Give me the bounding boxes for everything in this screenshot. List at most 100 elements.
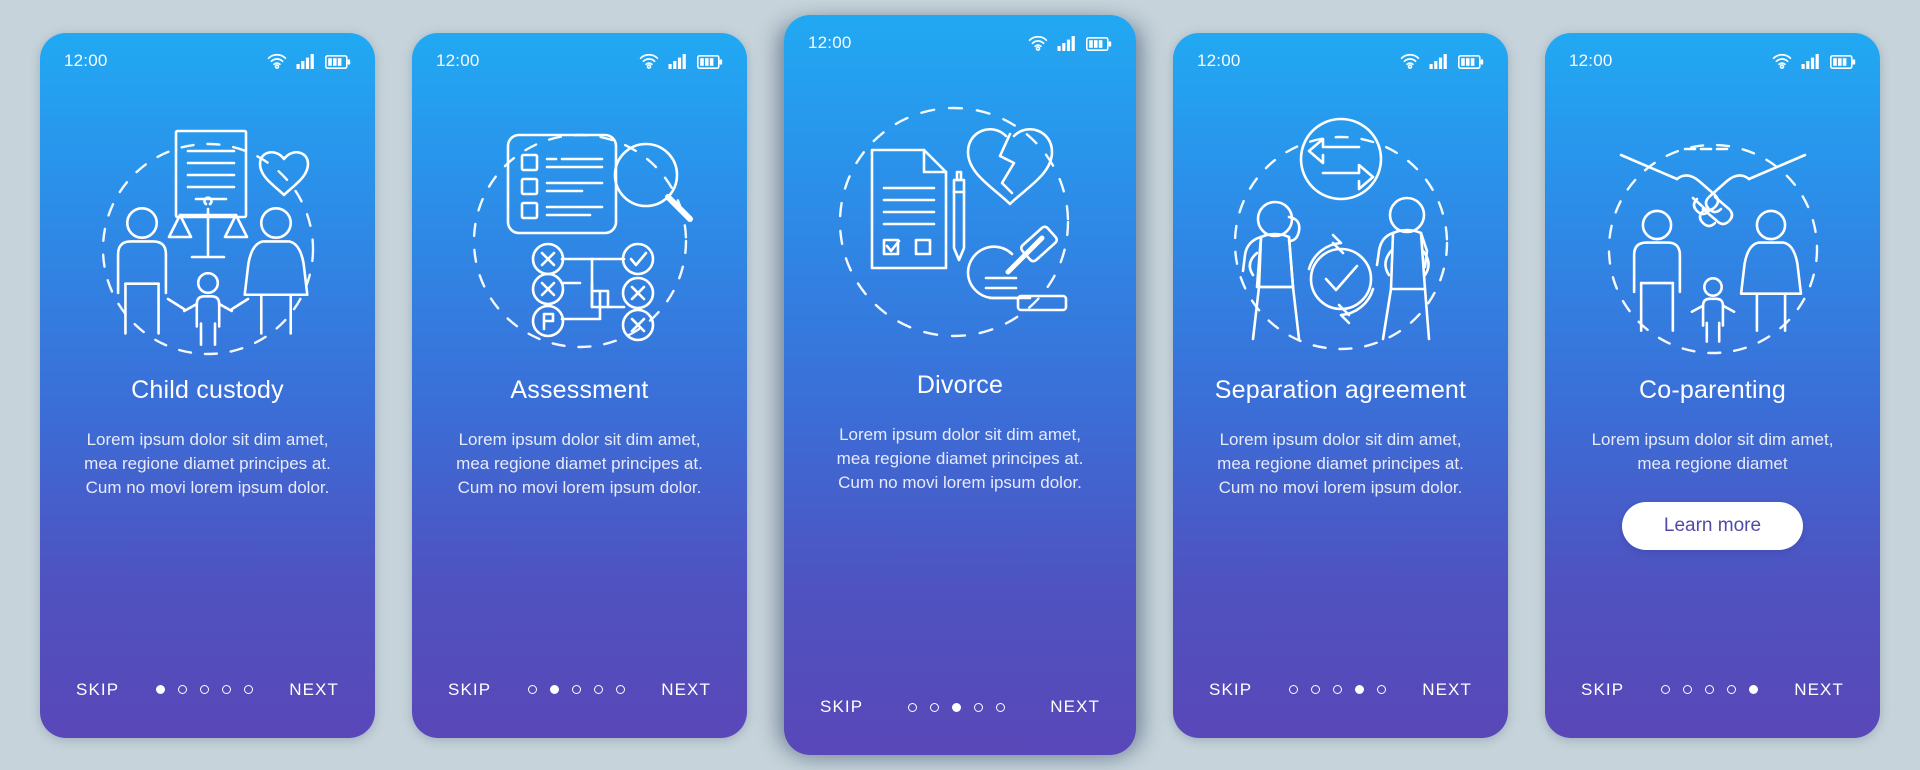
cellular-signal-icon <box>1057 36 1075 51</box>
man-walking-icon <box>1375 196 1430 341</box>
card-description: Lorem ipsum dolor sit dim amet, mea regi… <box>1217 429 1464 497</box>
pagination-dot[interactable] <box>1682 685 1692 694</box>
mother-figure-icon <box>242 206 309 335</box>
learn-more-button[interactable]: Learn more <box>1621 501 1804 550</box>
card-title: Child custody <box>131 375 284 404</box>
battery-icon <box>1458 54 1484 69</box>
pagination-dot[interactable] <box>527 685 537 694</box>
child-custody-illustration <box>40 89 375 364</box>
broken-heart-icon <box>966 127 1054 206</box>
pagination-dot[interactable] <box>243 685 253 694</box>
flag-icon <box>531 304 564 338</box>
battery-icon <box>1830 54 1856 69</box>
card-content: Separation agreement Lorem ipsum dolor si… <box>1173 364 1508 642</box>
status-bar: 12:00 <box>1545 33 1880 89</box>
mother-figure-icon <box>1739 209 1802 332</box>
pagination-dot[interactable] <box>974 702 984 712</box>
pagination-dot[interactable] <box>1310 685 1320 694</box>
pagination-dots <box>1660 685 1758 694</box>
wifi-icon <box>1400 53 1420 69</box>
pagination-dot[interactable] <box>1660 685 1670 694</box>
onboarding-card-divorce: 12:00 Divorce Lorem ipsum dolor sit dim … <box>784 15 1136 755</box>
x-mark-icon <box>531 242 564 276</box>
pagination-dot-active[interactable] <box>549 685 559 694</box>
divorce-illustration <box>784 71 1136 359</box>
onboarding-card-child-custody: 12:00 Child custody Lorem ipsum dolor si… <box>40 32 375 738</box>
status-bar: 12:00 <box>40 33 375 89</box>
card-navigation: SKIP NEXT <box>784 659 1136 755</box>
status-bar-time: 12:00 <box>64 50 108 70</box>
card-title: Co-parenting <box>1639 375 1786 404</box>
pagination-dot[interactable] <box>1288 685 1298 694</box>
card-title: Assessment <box>510 375 649 404</box>
pagination-dot[interactable] <box>1704 685 1714 694</box>
onboarding-card-co-parenting: 12:00 Co-parenting Lorem ipsum dolor sit… <box>1545 32 1880 738</box>
child-figure-icon <box>1690 277 1735 343</box>
status-bar-time: 12:00 <box>436 50 480 70</box>
pagination-dots <box>155 685 253 694</box>
pagination-dot[interactable] <box>1332 685 1342 694</box>
pagination-dot[interactable] <box>221 685 231 694</box>
pagination-dot-active[interactable] <box>1748 685 1758 694</box>
status-bar-icons <box>267 53 351 69</box>
pagination-dot-active[interactable] <box>952 702 962 712</box>
pagination-dot[interactable] <box>199 685 209 694</box>
status-bar: 12:00 <box>784 15 1136 71</box>
battery-icon <box>697 54 723 69</box>
decision-tree-icon <box>560 257 625 321</box>
pagination-dot[interactable] <box>1376 685 1386 694</box>
pagination-dot[interactable] <box>177 685 187 694</box>
scales-of-justice-icon <box>167 196 248 259</box>
pagination-dot[interactable] <box>571 685 581 694</box>
status-bar-icons <box>1028 35 1112 51</box>
skip-button[interactable]: SKIP <box>446 674 493 706</box>
pagination-dot[interactable] <box>996 702 1006 712</box>
pagination-dot[interactable] <box>615 685 625 694</box>
gavel-in-hand-icon <box>966 225 1058 300</box>
battery-icon <box>1086 37 1112 51</box>
cellular-signal-icon <box>296 53 314 69</box>
next-button[interactable]: NEXT <box>1048 691 1102 723</box>
exchange-arrows-icon <box>1299 117 1382 201</box>
pagination-dots <box>908 702 1006 712</box>
battery-icon <box>325 54 351 69</box>
father-figure-icon <box>116 206 167 335</box>
pen-icon <box>952 170 966 262</box>
card-navigation: SKIP NEXT <box>1173 642 1508 738</box>
check-mark-icon <box>621 242 654 276</box>
next-button[interactable]: NEXT <box>1792 674 1846 706</box>
heart-icon <box>258 151 309 197</box>
status-bar: 12:00 <box>1173 33 1508 89</box>
card-content: Child custody Lorem ipsum dolor sit dim a… <box>40 364 375 642</box>
child-figure-icon <box>182 271 233 346</box>
wifi-icon <box>1028 35 1048 51</box>
assessment-illustration <box>412 89 747 364</box>
pagination-dot[interactable] <box>593 685 603 694</box>
pagination-dot-active[interactable] <box>1354 685 1364 694</box>
skip-button[interactable]: SKIP <box>1207 674 1254 706</box>
skip-button[interactable]: SKIP <box>818 691 865 723</box>
skip-button[interactable]: SKIP <box>1579 674 1626 706</box>
skip-button[interactable]: SKIP <box>74 674 121 706</box>
x-mark-icon <box>621 276 654 310</box>
status-bar-time: 12:00 <box>1197 50 1241 70</box>
pagination-dot[interactable] <box>1726 685 1736 694</box>
status-bar-icons <box>1400 53 1484 69</box>
card-navigation: SKIP NEXT <box>412 642 747 738</box>
pagination-dot[interactable] <box>930 702 940 712</box>
onboarding-card-separation-agreement: 12:00 Separation agreement Lorem ipsum d… <box>1173 32 1508 738</box>
card-title: Separation agreement <box>1214 375 1467 404</box>
magnifier-icon <box>613 142 693 222</box>
next-button[interactable]: NEXT <box>659 674 713 706</box>
cellular-signal-icon <box>1429 53 1447 69</box>
card-navigation: SKIP NEXT <box>40 642 375 738</box>
status-bar-time: 12:00 <box>808 33 852 52</box>
pagination-dot[interactable] <box>908 702 918 712</box>
onboarding-screens-stage: 12:00 Child custody Lorem ipsum dolor si… <box>0 0 1920 770</box>
separation-agreement-illustration <box>1173 89 1508 364</box>
pagination-dot-active[interactable] <box>155 685 165 694</box>
next-button[interactable]: NEXT <box>287 674 341 706</box>
co-parenting-illustration <box>1545 89 1880 364</box>
x-mark-icon <box>531 272 564 306</box>
next-button[interactable]: NEXT <box>1420 674 1474 706</box>
